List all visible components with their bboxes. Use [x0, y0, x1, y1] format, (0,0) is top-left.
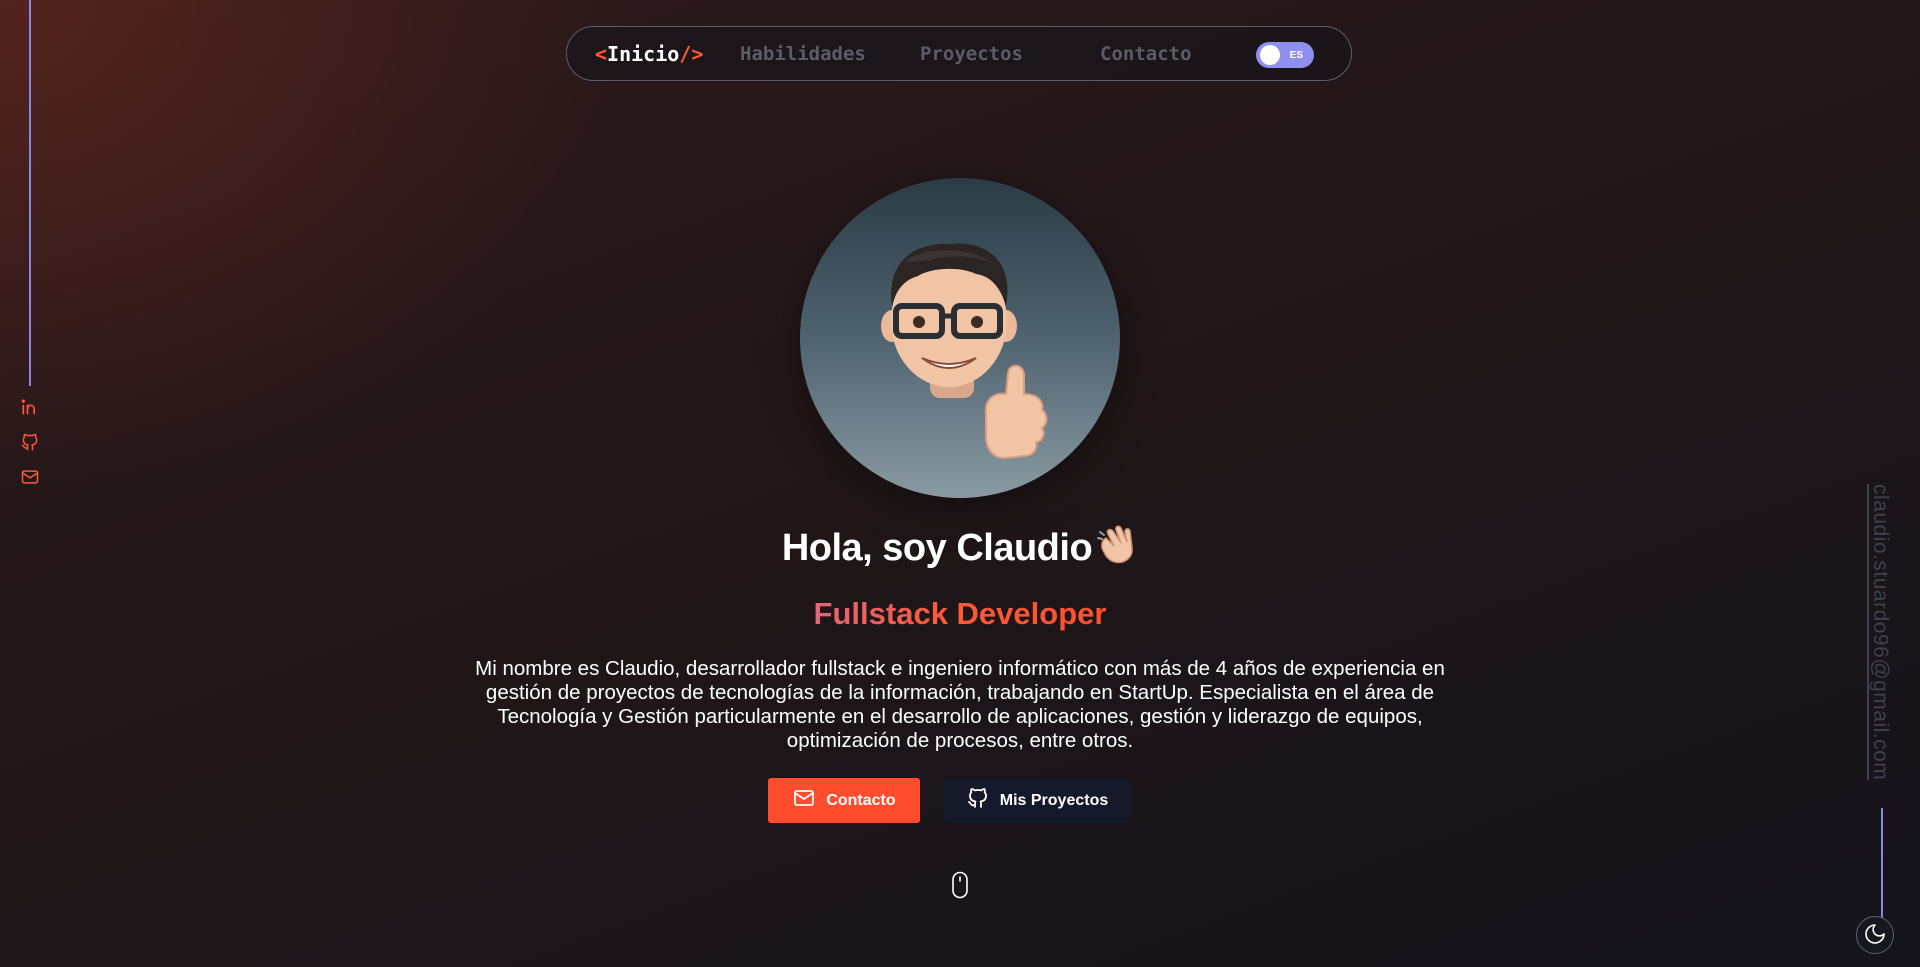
toggle-knob	[1260, 45, 1280, 65]
left-decorative-line	[29, 0, 31, 386]
moon-icon	[1863, 922, 1887, 949]
mail-icon[interactable]	[19, 466, 41, 488]
language-toggle[interactable]: ES	[1256, 42, 1314, 68]
brand-open-bracket: <	[595, 41, 608, 66]
hero-description: Mi nombre es Claudio, desarrollador full…	[475, 657, 1445, 752]
nav-link-habilidades[interactable]: Habilidades	[740, 27, 866, 80]
memoji-image	[881, 243, 1048, 460]
contact-button-label: Contacto	[826, 791, 896, 809]
github-icon[interactable]	[19, 431, 41, 453]
language-label: ES	[1289, 49, 1303, 61]
brand-close-bracket: />	[679, 41, 704, 66]
avatar	[800, 178, 1120, 498]
nav-link-proyectos[interactable]: Proyectos	[920, 27, 1023, 80]
github-icon	[966, 786, 990, 815]
hero-title: Hola, soy Claudio	[0, 522, 1920, 576]
hero-role-text: Fullstack Developer	[813, 596, 1107, 631]
contact-button[interactable]: Contacto	[768, 778, 920, 823]
mouse-icon[interactable]	[951, 871, 969, 899]
right-decorative-line	[1881, 808, 1883, 918]
my-projects-button-label: Mis Proyectos	[999, 791, 1109, 809]
nav-link-contacto[interactable]: Contacto	[1100, 27, 1192, 80]
navbar: < Inicio/> Habilidades Proyectos Contacto…	[566, 26, 1352, 81]
nav-brand-inicio[interactable]: < Inicio/>	[595, 27, 703, 80]
hero-title-text: Hola, soy Claudio	[781, 527, 1093, 569]
linkedin-icon[interactable]	[19, 396, 41, 418]
mail-icon	[792, 786, 816, 815]
brand-label: Inicio	[607, 41, 680, 66]
hero-role: Fullstack Developer	[0, 596, 1920, 632]
my-projects-button[interactable]: Mis Proyectos	[944, 778, 1130, 823]
theme-toggle-button[interactable]	[1856, 916, 1894, 954]
waving-hand-icon	[1094, 522, 1138, 576]
